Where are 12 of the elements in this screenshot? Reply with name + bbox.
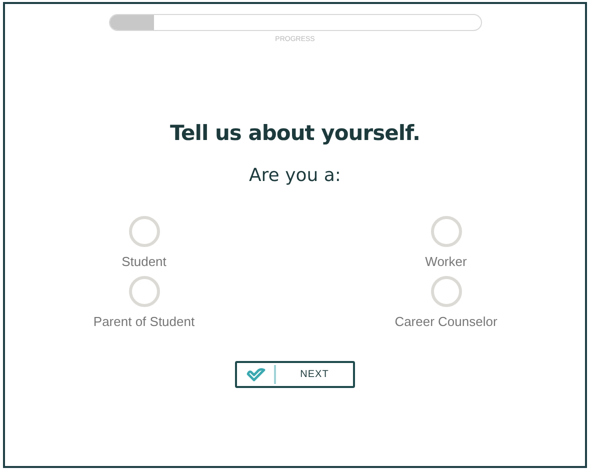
radio-button[interactable] — [128, 276, 160, 307]
option-label: Worker — [425, 254, 467, 269]
heading: Tell us about yourself. — [170, 121, 420, 145]
radio-button[interactable] — [430, 276, 462, 307]
next-button[interactable]: NEXT — [235, 361, 355, 388]
radio-button[interactable] — [128, 216, 160, 247]
option-label: Student — [122, 254, 166, 269]
option-label: Career Counselor — [394, 314, 498, 329]
question: Are you a: — [248, 165, 341, 186]
check-icon — [246, 368, 266, 382]
radio-button[interactable] — [430, 216, 462, 247]
option-label: Parent of Student — [93, 314, 195, 329]
